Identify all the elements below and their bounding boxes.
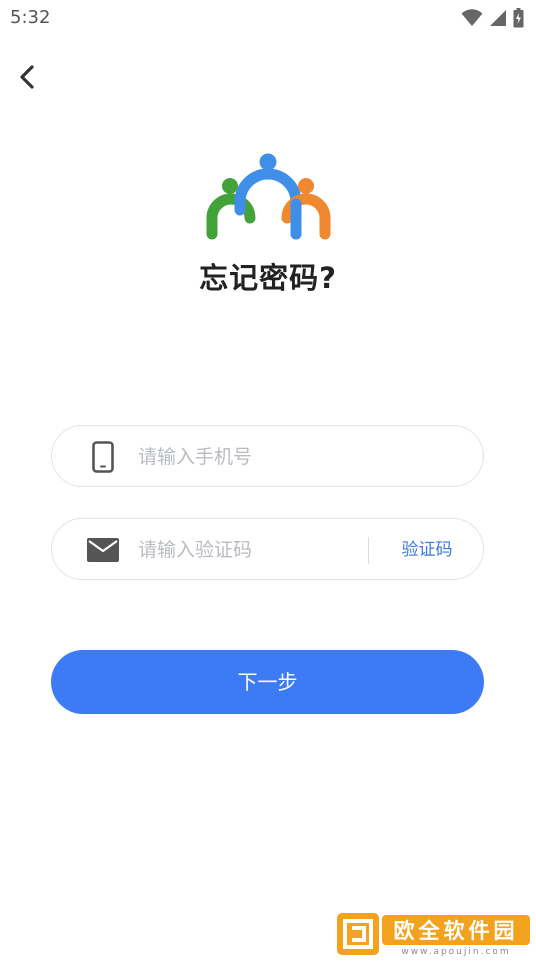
svg-text:www.apoujin.com: www.apoujin.com: [401, 947, 510, 957]
cell-signal-icon: [489, 9, 507, 27]
status-icons: [461, 8, 524, 28]
get-code-button[interactable]: 验证码: [382, 535, 472, 565]
status-bar: 5:32: [0, 0, 536, 36]
wifi-icon: [461, 9, 483, 27]
app-logo: [203, 152, 333, 240]
svg-text:欧全软件园: 欧全软件园: [394, 919, 519, 943]
code-divider: [368, 537, 369, 564]
code-input[interactable]: [138, 531, 358, 569]
watermark-logo: 欧全软件园 www.apoujin.com: [336, 911, 532, 957]
chevron-left-icon: [18, 64, 36, 94]
code-field: 验证码: [51, 518, 484, 580]
phone-input[interactable]: [138, 438, 458, 476]
status-time: 5:32: [10, 7, 51, 28]
back-button[interactable]: [12, 62, 42, 96]
phone-icon: [86, 440, 120, 474]
page-title: 忘记密码?: [199, 261, 337, 295]
mail-icon: [86, 533, 120, 567]
battery-icon: [513, 8, 524, 28]
next-button[interactable]: 下一步: [51, 650, 484, 714]
phone-field: [51, 425, 484, 487]
